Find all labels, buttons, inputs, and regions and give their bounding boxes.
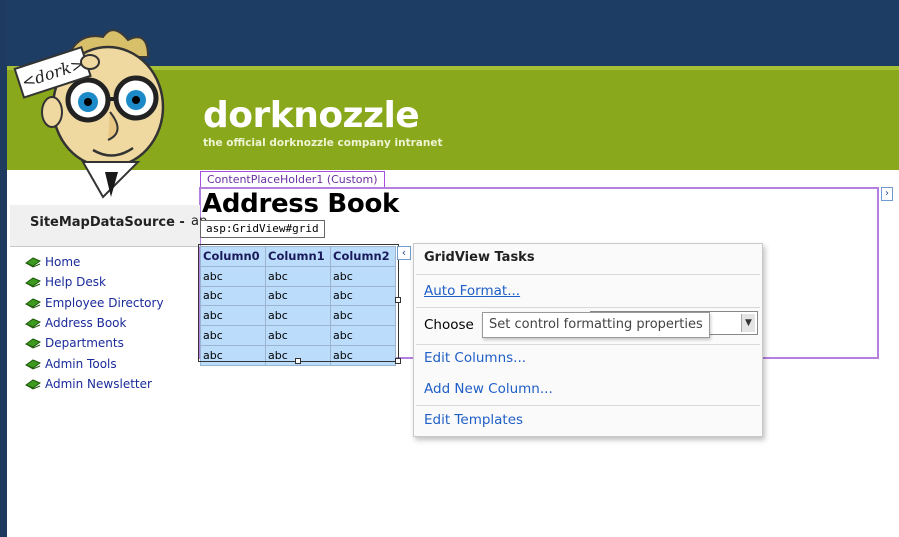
- brand-title: dorknozzle: [203, 95, 420, 136]
- book-icon: [25, 338, 41, 349]
- nav-item-label: Departments: [45, 336, 124, 351]
- brand-tagline: the official dorknozzle company intranet: [203, 137, 443, 149]
- nav-item-label: Admin Tools: [45, 356, 117, 371]
- resize-handle[interactable]: [295, 358, 301, 364]
- gridview-smart-tag-icon[interactable]: ‹: [397, 246, 411, 260]
- edit-templates-link[interactable]: Edit Templates: [424, 412, 523, 428]
- page-title: Address Book: [202, 189, 400, 219]
- nav-item-label: Employee Directory: [45, 295, 164, 310]
- auto-format-link[interactable]: Auto Format...: [424, 283, 520, 299]
- gridview-tasks-panel: GridView Tasks Auto Format... Choose ▼ E…: [413, 243, 763, 437]
- content-placeholder-tab[interactable]: ContentPlaceHolder1 (Custom): [200, 171, 385, 188]
- book-icon: [25, 379, 41, 390]
- divider: [416, 274, 760, 275]
- book-icon: [25, 257, 41, 268]
- divider: [416, 405, 760, 406]
- nav-item-label: Home: [45, 255, 81, 270]
- window-left-edge: [0, 0, 7, 537]
- book-icon: [25, 359, 41, 370]
- sitemap-datasource-label[interactable]: SiteMapDataSource -: [10, 205, 200, 247]
- nav-item-label: Admin Newsletter: [45, 376, 152, 391]
- nav-item-admin-tools[interactable]: Admin Tools: [25, 353, 164, 373]
- add-new-column-link[interactable]: Add New Column...: [424, 381, 553, 397]
- nav-item-admin-newsletter[interactable]: Admin Newsletter: [25, 374, 164, 394]
- divider: [416, 344, 760, 345]
- nav-item-employee-directory[interactable]: Employee Directory: [25, 293, 164, 313]
- nav-item-address-book[interactable]: Address Book: [25, 313, 164, 333]
- gridview-selection-border: [198, 244, 399, 362]
- dropdown-arrow-icon: ▼: [741, 314, 755, 332]
- book-icon: [25, 277, 41, 288]
- tasks-title: GridView Tasks: [424, 250, 535, 265]
- nav-item-home[interactable]: Home: [25, 252, 164, 272]
- placeholder-smart-tag-icon[interactable]: ›: [881, 187, 893, 201]
- edit-columns-link[interactable]: Edit Columns...: [424, 350, 526, 366]
- resize-handle[interactable]: [395, 297, 401, 303]
- book-icon: [25, 318, 41, 329]
- nav-item-departments[interactable]: Departments: [25, 333, 164, 353]
- nav-item-label: Help Desk: [45, 275, 106, 290]
- tooltip: Set control formatting properties: [482, 312, 710, 338]
- gridview-tag[interactable]: asp:GridView#grid: [200, 220, 325, 238]
- resize-handle[interactable]: [395, 358, 401, 364]
- sitemap-nav: Home Help Desk Employee Directory Addres…: [25, 252, 164, 394]
- book-icon: [25, 298, 41, 309]
- nav-item-help-desk[interactable]: Help Desk: [25, 272, 164, 292]
- nav-item-label: Address Book: [45, 316, 127, 331]
- divider: [416, 307, 760, 308]
- choose-datasource-label: Choose: [424, 317, 474, 333]
- dorknozzle-logo: <dork>: [13, 29, 165, 199]
